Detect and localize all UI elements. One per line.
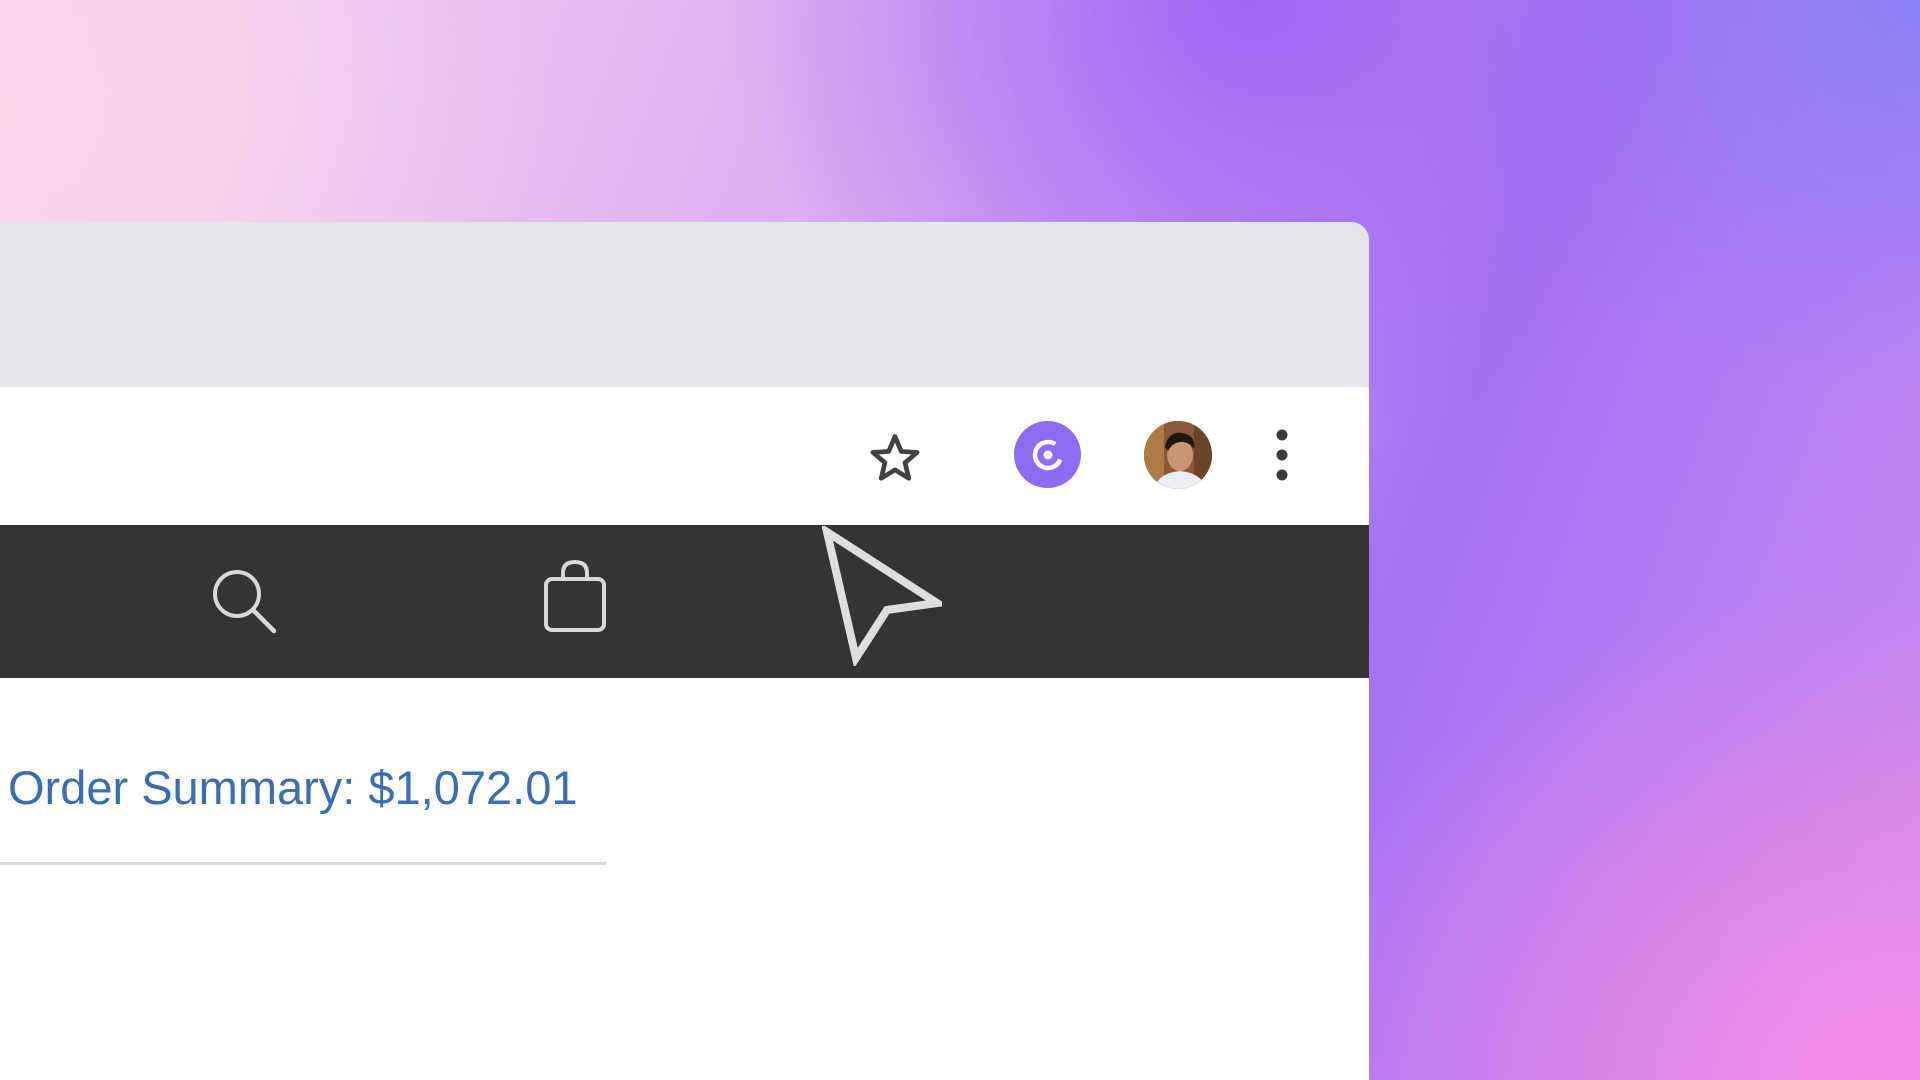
divider (0, 862, 606, 865)
vertical-dots-icon[interactable] (1264, 425, 1300, 485)
order-summary-link[interactable]: Order Summary: $1,072.01 (8, 758, 578, 818)
search-icon[interactable] (208, 565, 278, 635)
pointer-cursor-icon (820, 523, 949, 669)
shopping-bag-icon[interactable] (540, 558, 610, 634)
tab-strip (0, 222, 1369, 387)
extension-c-icon[interactable] (1014, 421, 1081, 488)
profile-avatar[interactable] (1144, 421, 1212, 489)
site-navbar (0, 525, 1369, 678)
bookmark-star-icon[interactable] (860, 423, 930, 493)
